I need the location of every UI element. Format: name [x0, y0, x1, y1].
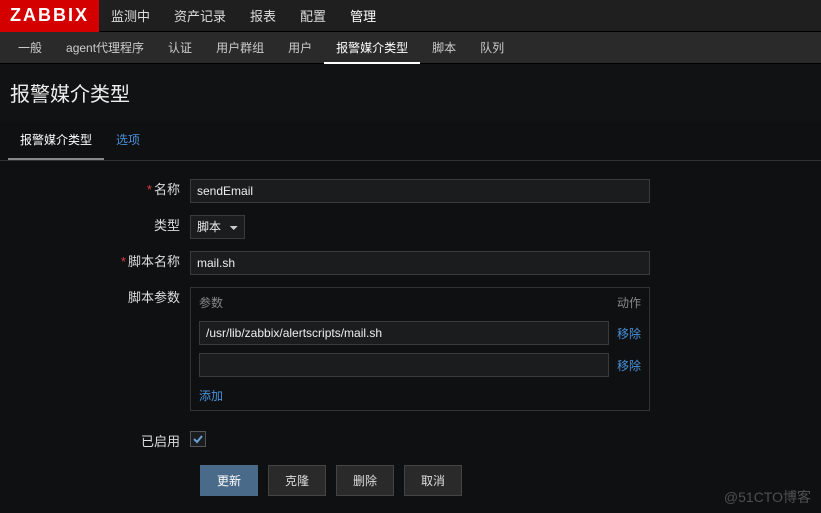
subnav-proxies[interactable]: agent代理程序 — [54, 32, 156, 64]
subnav-scripts[interactable]: 脚本 — [420, 32, 468, 64]
name-label: *名称 — [10, 179, 190, 201]
param-input-0[interactable] — [199, 321, 609, 345]
enabled-checkbox[interactable] — [190, 431, 206, 447]
subnav-general[interactable]: 一般 — [6, 32, 54, 64]
clone-button[interactable]: 克隆 — [268, 465, 326, 496]
button-row: 更新 克隆 删除 取消 — [200, 465, 811, 496]
subnav-users[interactable]: 用户 — [276, 32, 324, 64]
enabled-label: 已启用 — [10, 431, 190, 453]
nav-administration[interactable]: 管理 — [338, 0, 388, 32]
subnav-queue[interactable]: 队列 — [468, 32, 516, 64]
type-label: 类型 — [10, 215, 190, 237]
type-select[interactable]: 脚本 — [190, 215, 245, 239]
table-row: 移除 — [191, 349, 649, 381]
script-name-input[interactable] — [190, 251, 650, 275]
param-input-1[interactable] — [199, 353, 609, 377]
cancel-button[interactable]: 取消 — [404, 465, 462, 496]
nav-inventory[interactable]: 资产记录 — [162, 0, 238, 32]
script-params-label: 脚本参数 — [10, 287, 190, 309]
name-input[interactable] — [190, 179, 650, 203]
params-header-param: 参数 — [199, 294, 617, 311]
add-link[interactable]: 添加 — [191, 381, 231, 410]
table-row: 移除 — [191, 317, 649, 349]
tab-options[interactable]: 选项 — [104, 121, 152, 160]
nav-reports[interactable]: 报表 — [238, 0, 288, 32]
logo: ZABBIX — [0, 0, 99, 32]
form: *名称 类型 脚本 *脚本名称 脚本参数 参数 动作 移除 移除 — [0, 161, 821, 506]
update-button[interactable]: 更新 — [200, 465, 258, 496]
script-name-label: *脚本名称 — [10, 251, 190, 273]
remove-link[interactable]: 移除 — [617, 325, 641, 342]
nav-configuration[interactable]: 配置 — [288, 0, 338, 32]
nav-monitoring[interactable]: 监测中 — [99, 0, 162, 32]
tab-mediatype[interactable]: 报警媒介类型 — [8, 121, 104, 160]
subnav-authentication[interactable]: 认证 — [156, 32, 204, 64]
delete-button[interactable]: 删除 — [336, 465, 394, 496]
subnav-mediatype[interactable]: 报警媒介类型 — [324, 32, 420, 64]
watermark: @51CTO博客 — [724, 487, 811, 507]
script-params-table: 参数 动作 移除 移除 添加 — [190, 287, 650, 411]
check-icon — [192, 433, 204, 445]
params-header-action: 动作 — [617, 294, 641, 311]
top-navbar: ZABBIX 监测中 资产记录 报表 配置 管理 — [0, 0, 821, 32]
page-title: 报警媒介类型 — [0, 64, 821, 121]
subnav-usergroups[interactable]: 用户群组 — [204, 32, 276, 64]
tabs: 报警媒介类型 选项 — [0, 121, 821, 161]
remove-link[interactable]: 移除 — [617, 357, 641, 374]
sub-navbar: 一般 agent代理程序 认证 用户群组 用户 报警媒介类型 脚本 队列 — [0, 32, 821, 64]
